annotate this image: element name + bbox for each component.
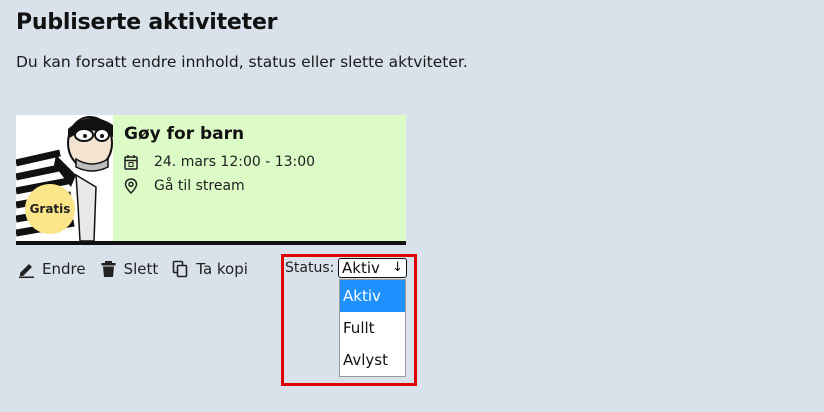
activity-date-row: 24. mars 12:00 - 13:00 bbox=[124, 154, 315, 170]
activity-date: 24. mars 12:00 - 13:00 bbox=[154, 154, 316, 170]
delete-button[interactable]: Slett bbox=[100, 260, 159, 278]
delete-label: Slett bbox=[123, 260, 159, 278]
price-badge: Gratis bbox=[25, 184, 75, 234]
status-label: Status: bbox=[285, 260, 335, 276]
status-selected-value: Aktiv bbox=[342, 259, 380, 277]
copy-button[interactable]: Ta kopi bbox=[172, 260, 248, 278]
edit-button[interactable]: Endre bbox=[18, 260, 86, 278]
pencil-icon bbox=[18, 260, 35, 278]
map-pin-icon bbox=[124, 178, 138, 194]
copy-icon bbox=[172, 260, 189, 278]
status-select[interactable]: Aktiv ↓ bbox=[338, 258, 407, 278]
copy-label: Ta kopi bbox=[196, 260, 248, 278]
status-option-aktiv[interactable]: Aktiv bbox=[340, 280, 405, 312]
activity-title[interactable]: Gøy for barn bbox=[124, 124, 244, 144]
status-option-fullt[interactable]: Fullt bbox=[340, 312, 405, 344]
edit-label: Endre bbox=[42, 260, 86, 278]
activity-image: Gratis bbox=[16, 115, 113, 241]
status-option-avlyst[interactable]: Avlyst bbox=[340, 344, 405, 376]
page-subtitle: Du kan forsatt endre innhold, status ell… bbox=[16, 53, 468, 71]
status-dropdown-list[interactable]: Aktiv Fullt Avlyst bbox=[339, 279, 406, 377]
calendar-icon bbox=[124, 154, 138, 170]
activity-location-row: Gå til stream bbox=[124, 178, 245, 194]
page-title: Publiserte aktiviteter bbox=[16, 10, 278, 35]
activity-card[interactable]: Gratis Gøy for barn 24. mars 12:00 - 13:… bbox=[16, 115, 406, 245]
activity-location[interactable]: Gå til stream bbox=[154, 178, 245, 194]
trash-icon bbox=[100, 260, 117, 278]
card-actions: Endre Slett Ta kopi bbox=[18, 260, 262, 278]
arrow-down-icon: ↓ bbox=[392, 260, 403, 275]
